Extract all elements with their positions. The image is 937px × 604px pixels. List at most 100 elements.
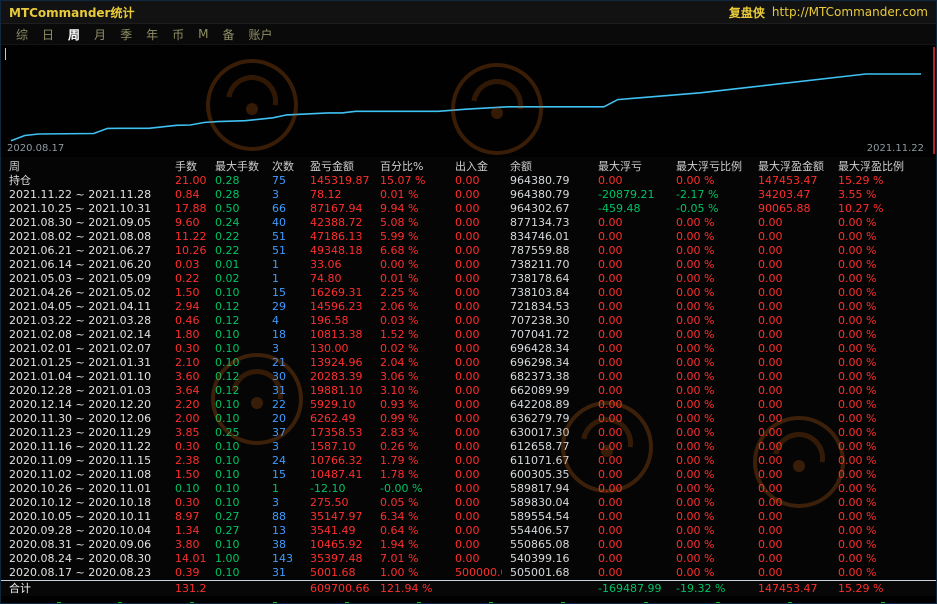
cell-balance: 707238.30	[502, 314, 590, 328]
brand-url-link[interactable]: http://MTCommander.com	[772, 5, 928, 19]
menu-item-month[interactable]: 月	[87, 26, 113, 43]
table-row[interactable]: 2020.10.26 ~ 2020.11.010.100.101-12.10-0…	[1, 482, 936, 496]
menu-item-account[interactable]: 账户	[241, 26, 279, 43]
cell-trades: 3	[264, 440, 302, 454]
table-row[interactable]: 2020.09.28 ~ 2020.10.041.340.27133541.49…	[1, 524, 936, 538]
menu-item-quarter[interactable]: 季	[113, 26, 139, 43]
menu-item-notes[interactable]: 备	[215, 26, 241, 43]
cell-max_float_profit: 0.00	[750, 258, 830, 272]
table-body: 持仓21.000.2875145319.8715.07 %0.00964380.…	[1, 174, 936, 580]
cell-max_float_profit: 0.00	[750, 300, 830, 314]
cell-period: 2021.06.14 ~ 2021.06.20	[1, 258, 167, 272]
table-row[interactable]: 2020.08.24 ~ 2020.08.3014.011.0014335397…	[1, 552, 936, 566]
table-row[interactable]: 2021.04.05 ~ 2021.04.112.940.122914596.2…	[1, 300, 936, 314]
table-row[interactable]: 持仓21.000.2875145319.8715.07 %0.00964380.…	[1, 174, 936, 188]
column-header-deposit[interactable]: 出入金	[447, 158, 502, 174]
table-row[interactable]: 2020.08.17 ~ 2020.08.230.390.10315001.68…	[1, 566, 936, 580]
column-header-pnl[interactable]: 盈亏金额	[302, 158, 372, 174]
cell-trades: 88	[264, 510, 302, 524]
cell-max_float_profit: 0.00	[750, 426, 830, 440]
table-row[interactable]: 2020.12.28 ~ 2021.01.033.640.123119881.1…	[1, 384, 936, 398]
cell-max_float_profit_pct: 0.00 %	[830, 328, 936, 342]
cell-max_float_profit_pct: 0.00 %	[830, 314, 936, 328]
cell-pnl: 42388.72	[302, 216, 372, 230]
cell-trades: 4	[264, 314, 302, 328]
table-row[interactable]: 2021.02.08 ~ 2021.02.141.800.101810813.3…	[1, 328, 936, 342]
table-row[interactable]: 2021.05.03 ~ 2021.05.090.220.02174.800.0…	[1, 272, 936, 286]
cell-trades: 31	[264, 566, 302, 580]
cell-max_float_loss_pct: 0.00 %	[668, 496, 750, 510]
cell-max_float_profit_pct: 0.00 %	[830, 454, 936, 468]
cell-deposit: 0.00	[447, 384, 502, 398]
column-header-period[interactable]: 周	[1, 158, 167, 174]
table-row[interactable]: 2020.11.16 ~ 2020.11.220.300.1031587.100…	[1, 440, 936, 454]
column-header-balance[interactable]: 余额	[502, 158, 590, 174]
table-row[interactable]: 2020.11.23 ~ 2020.11.293.850.253717358.5…	[1, 426, 936, 440]
cell-pct: 3.06 %	[372, 370, 447, 384]
cell-max_float_profit_pct: 0.00 %	[830, 370, 936, 384]
cell-balance: 600305.35	[502, 468, 590, 482]
table-row[interactable]: 2020.11.02 ~ 2020.11.081.500.101510487.4…	[1, 468, 936, 482]
cell-max_lots: 0.10	[207, 538, 264, 552]
column-header-pct[interactable]: 百分比%	[372, 158, 447, 174]
cell-pct: 15.07 %	[372, 174, 447, 188]
cell-deposit: 0.00	[447, 230, 502, 244]
column-header-trades[interactable]: 次数	[264, 158, 302, 174]
menu-item-year[interactable]: 年	[139, 26, 165, 43]
table-row[interactable]: 2020.08.31 ~ 2020.09.063.800.103810465.9…	[1, 538, 936, 552]
cell-pnl: 13924.96	[302, 356, 372, 370]
menu-bar: 综日周月季年币M备账户	[1, 24, 936, 45]
table-row[interactable]: 2020.10.05 ~ 2020.10.118.970.278835147.9…	[1, 510, 936, 524]
table-row[interactable]: 2021.04.26 ~ 2021.05.021.500.101516269.3…	[1, 286, 936, 300]
cell-pct: 3.10 %	[372, 384, 447, 398]
cell-deposit: 0.00	[447, 482, 502, 496]
table-row[interactable]: 2021.01.25 ~ 2021.01.312.100.102113924.9…	[1, 356, 936, 370]
column-header-max_float_loss_pct[interactable]: 最大浮亏比例	[668, 158, 750, 174]
cell-pnl: 10766.32	[302, 454, 372, 468]
cell-trades: 29	[264, 300, 302, 314]
column-header-max_lots[interactable]: 最大手数	[207, 158, 264, 174]
cell-trades: 1	[264, 482, 302, 496]
cell-max_float_profit_pct: 0.00 %	[830, 510, 936, 524]
table-total-row: 合计131.24609700.66121.94 %-169487.99-19.3…	[1, 580, 936, 596]
table-row[interactable]: 2021.06.21 ~ 2021.06.2710.260.225149348.…	[1, 244, 936, 258]
table-row[interactable]: 2021.11.22 ~ 2021.11.280.840.28378.120.0…	[1, 188, 936, 202]
cell-max_float_loss: 0.00	[590, 496, 668, 510]
cell-max_float_profit_pct: 0.00 %	[830, 398, 936, 412]
cell-max_float_profit_pct: 0.00 %	[830, 552, 936, 566]
cell-balance: 611071.67	[502, 454, 590, 468]
table-row[interactable]: 2021.03.22 ~ 2021.03.280.460.124196.580.…	[1, 314, 936, 328]
cell-trades: 75	[264, 174, 302, 188]
column-header-max_float_profit[interactable]: 最大浮盈金额	[750, 158, 830, 174]
table-row[interactable]: 2020.11.30 ~ 2020.12.062.000.10206262.49…	[1, 412, 936, 426]
column-header-max_float_loss[interactable]: 最大浮亏	[590, 158, 668, 174]
cell-max_float_loss: 0.00	[590, 440, 668, 454]
menu-item-currency[interactable]: 币	[165, 26, 191, 43]
cell-max_lots: 0.02	[207, 272, 264, 286]
table-row[interactable]: 2021.01.04 ~ 2021.01.103.600.123020283.3…	[1, 370, 936, 384]
column-header-lots[interactable]: 手数	[167, 158, 207, 174]
table-row[interactable]: 2020.11.09 ~ 2020.11.152.380.102410766.3…	[1, 454, 936, 468]
menu-item-summary[interactable]: 综	[9, 26, 35, 43]
cell-lots: 17.88	[167, 202, 207, 216]
cell-lots: 0.84	[167, 188, 207, 202]
cell-period: 2021.02.08 ~ 2021.02.14	[1, 328, 167, 342]
table-row[interactable]: 2021.02.01 ~ 2021.02.070.300.103130.000.…	[1, 342, 936, 356]
menu-item-m[interactable]: M	[191, 27, 215, 41]
menu-item-day[interactable]: 日	[35, 26, 61, 43]
equity-chart[interactable]: 2020.08.17 2021.11.22	[1, 45, 936, 157]
table-row[interactable]: 2021.08.30 ~ 2021.09.059.600.244042388.7…	[1, 216, 936, 230]
table-row[interactable]: 2020.10.12 ~ 2020.10.180.300.103275.500.…	[1, 496, 936, 510]
column-header-max_float_profit_pct[interactable]: 最大浮盈比例	[830, 158, 936, 174]
table-row[interactable]: 2021.08.02 ~ 2021.08.0811.220.225147186.…	[1, 230, 936, 244]
cell-period: 2021.11.22 ~ 2021.11.28	[1, 188, 167, 202]
cell-max_float_profit_pct: 0.00 %	[830, 230, 936, 244]
table-row[interactable]: 2020.12.14 ~ 2020.12.202.200.10225929.10…	[1, 398, 936, 412]
cell-deposit: 0.00	[447, 496, 502, 510]
cell-trades: 51	[264, 244, 302, 258]
table-row[interactable]: 2021.10.25 ~ 2021.10.3117.880.506687167.…	[1, 202, 936, 216]
table-row[interactable]: 2021.06.14 ~ 2021.06.200.030.01133.060.0…	[1, 258, 936, 272]
cell-lots: 0.46	[167, 314, 207, 328]
menu-item-week[interactable]: 周	[61, 26, 87, 43]
cell-max_float_loss_pct: 0.00 %	[668, 566, 750, 580]
